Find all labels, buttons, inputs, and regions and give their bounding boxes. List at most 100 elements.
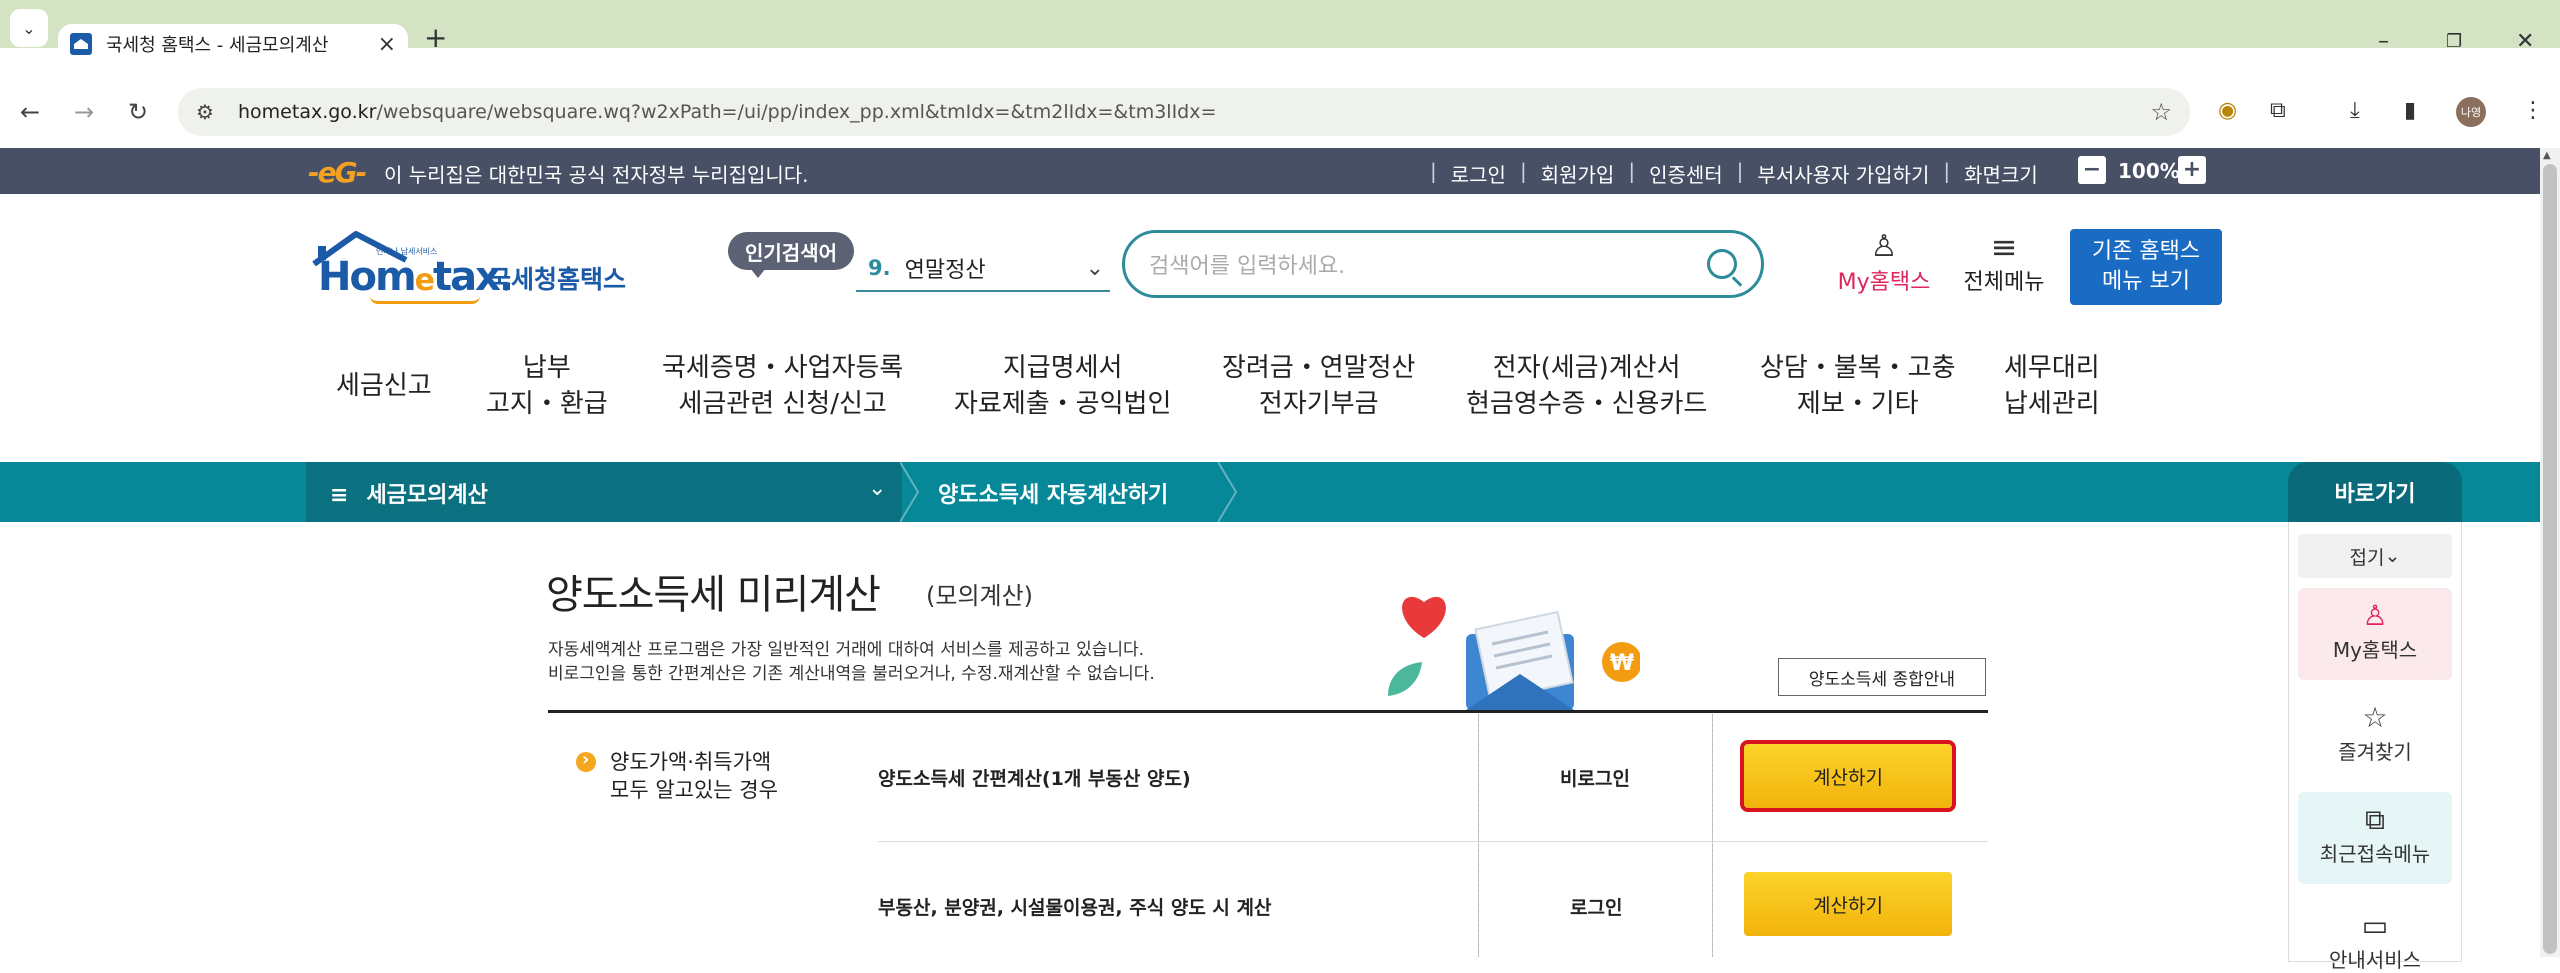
zoom-in-button[interactable]: + (2178, 156, 2206, 184)
non-login-label: 비로그인 (1560, 768, 1630, 790)
breadcrumb-separator-icon (1218, 462, 1238, 522)
menu-icon: ≡ (330, 483, 349, 508)
all-menu-label: 전체메뉴 (1963, 270, 2045, 295)
breadcrumb-separator-icon (900, 462, 920, 522)
browser-menu-icon[interactable]: ⋮ (2522, 98, 2544, 123)
full-calc-label: 부동산, 분양권, 시설물이용권, 주식 양도 시 계산 (878, 897, 1272, 919)
omnibox[interactable]: ⚙ hometax.go.kr/websquare/websquare.wq?w… (178, 88, 2190, 136)
browser-tab[interactable]: 국세청 홈택스 - 세금모의계산 × (58, 24, 408, 64)
nav-payment[interactable]: 납부 고지・환급 (486, 350, 608, 422)
screen-size-label: 화면크기 (1964, 163, 2038, 187)
scrollbar-thumb[interactable] (2543, 164, 2557, 954)
nav-incentives[interactable]: 장려금・연말정산 전자기부금 (1222, 350, 1415, 422)
section-label: 양도가액·취득가액 모두 알고있는 경우 (576, 748, 778, 804)
quick-my-hometax[interactable]: ♙ My홈택스 (2298, 588, 2452, 680)
popular-search-select[interactable]: 9. 연말정산 ⌄ (856, 246, 1110, 292)
profile-avatar[interactable]: 나영 (2456, 97, 2486, 127)
zoom-level: 100% (2118, 159, 2180, 183)
chevron-down-icon: ⌄ (1085, 255, 1104, 281)
cert-center-link[interactable]: 인증센터 (1649, 159, 1723, 188)
popular-term: 연말정산 (904, 258, 986, 283)
column-divider (1712, 714, 1713, 957)
url-text[interactable]: hometax.go.kr/websquare/websquare.wq?w2x… (238, 101, 1216, 123)
gov-banner-text: 이 누리집은 대한민국 공식 전자정부 누리집입니다. (384, 163, 809, 187)
user-star-icon: ♙ (1870, 229, 1898, 264)
tab-title: 국세청 홈택스 - 세금모의계산 (106, 35, 329, 56)
download-icon[interactable]: ⤓ (2350, 98, 2360, 123)
quick-guide-service[interactable]: ▭ 안내서비스 (2298, 898, 2452, 972)
minimize-icon[interactable]: – (2378, 31, 2389, 53)
quick-favorites[interactable]: ☆ 즐겨찾기 (2298, 690, 2452, 782)
zoom-out-button[interactable]: − (2078, 156, 2106, 184)
utility-links: | 로그인 | 회원가입 | 인증센터 | 부서사용자 가입하기 | 화면크기 (1430, 159, 2038, 188)
star-icon: ☆ (2362, 701, 2388, 734)
logo-wordmark: Hometax. (318, 254, 514, 300)
logo-swoosh (370, 296, 480, 304)
decorative-illustration: ₩ (1388, 596, 1640, 710)
all-menu-button[interactable]: ≡ 전체메뉴 (1956, 230, 2052, 300)
laptop-icon: ▭ (2361, 909, 2389, 942)
login-link[interactable]: 로그인 (1451, 159, 1506, 188)
browser-tab-strip: ⌄ 국세청 홈택스 - 세금모의계산 × + – ❐ ✕ (0, 0, 2560, 64)
nav-tax-filing[interactable]: 세금신고 (336, 368, 432, 404)
page-subtitle: (모의계산) (926, 582, 1034, 610)
quick-menu-fold-button[interactable]: 접기 ⌄ (2298, 534, 2452, 578)
login-required-label: 로그인 (1570, 897, 1623, 919)
dept-user-signup-link[interactable]: 부서사용자 가입하기 (1757, 159, 1929, 188)
page-description: 자동세액계산 프로그램은 가장 일반적인 거래에 대하여 서비스를 제공하고 있… (548, 640, 1155, 684)
nav-certificates[interactable]: 국세증명・사업자등록 세금관련 신청/신고 (662, 350, 903, 422)
hometax-logo[interactable]: 언제나 납세서비스 Hometax. 국세청홈택스 (310, 226, 630, 306)
breadcrumb-home[interactable]: ≡ 세금모의계산 (330, 477, 488, 509)
search-input[interactable]: 검색어를 입력하세요. (1122, 230, 1764, 298)
simple-calc-label: 양도소득세 간편계산(1개 부동산 양도) (878, 768, 1191, 790)
popular-search-badge: 인기검색어 (728, 232, 854, 278)
nav-consultation[interactable]: 상담・불복・고충 제보・기타 (1760, 350, 1956, 422)
reload-icon[interactable]: ↻ (128, 98, 148, 126)
quick-menu-title: 바로가기 (2288, 462, 2462, 522)
my-hometax-label: My홈택스 (1837, 270, 1931, 295)
scroll-up-icon[interactable]: ▲ (2543, 150, 2551, 161)
restore-icon[interactable]: ❐ (2446, 32, 2462, 52)
arrow-bullet-icon (576, 749, 596, 772)
side-panel-icon[interactable]: ▮ (2404, 98, 2416, 123)
url-host: hometax.go.kr (238, 101, 377, 123)
logo-korean-name: 국세청홈택스 (488, 265, 627, 294)
page-title: 양도소득세 미리계산 (546, 572, 881, 618)
full-calc-button[interactable]: 계산하기 (1744, 872, 1952, 936)
quick-recent-menu[interactable]: ⧉ 최근접속메뉴 (2298, 792, 2452, 884)
gov-banner: -eG- 이 누리집은 대한민국 공식 전자정부 누리집입니다. | 로그인 | 회… (0, 148, 2540, 194)
recent-search-icon: ⧉ (2365, 803, 2385, 836)
url-path: /websquare/websquare.wq?w2xPath=/ui/pp/i… (376, 101, 1217, 123)
nav-payment-statements[interactable]: 지급명세서 자료제출・공익법인 (954, 350, 1171, 422)
old-hometax-menu-button[interactable]: 기존 홈택스 메뉴 보기 (2070, 229, 2222, 305)
back-icon[interactable]: ← (20, 98, 40, 126)
user-icon: ♙ (2362, 599, 2388, 632)
bookmark-star-icon[interactable]: ☆ (2150, 98, 2172, 126)
search-placeholder: 검색어를 입력하세요. (1149, 254, 1346, 279)
transfer-tax-guide-button[interactable]: 양도소득세 종합안내 (1778, 658, 1986, 696)
main-navigation: 세금신고 납부 고지・환급 국세증명・사업자등록 세금관련 신청/신고 지급명세서 자… (312, 350, 2242, 430)
tab-search-button[interactable]: ⌄ (10, 9, 48, 47)
signup-link[interactable]: 회원가입 (1541, 159, 1615, 188)
nav-e-invoice[interactable]: 전자(세금)계산서 현금영수증・신용카드 (1466, 350, 1707, 422)
breadcrumb-current: 양도소득세 자동계산하기 (938, 483, 1169, 508)
extensions-puzzle-icon[interactable]: ⧉ (2270, 98, 2286, 123)
forward-icon[interactable]: → (74, 98, 94, 126)
hamburger-icon: ≡ (1990, 228, 2018, 266)
chevron-down-icon: ⌄ (2384, 545, 2401, 567)
close-window-icon[interactable]: ✕ (2516, 31, 2534, 53)
hometax-favicon-icon (70, 33, 92, 55)
quick-menu: 바로가기 접기 ⌄ ♙ My홈택스 ☆ 즐겨찾기 ⧉ 최근접속메뉴 ▭ 안내서비스 (2288, 462, 2462, 972)
svg-text:₩: ₩ (1610, 651, 1634, 676)
new-tab-icon[interactable]: + (424, 24, 447, 52)
extension-icon[interactable]: ◉ (2218, 98, 2237, 123)
site-info-icon[interactable]: ⚙ (196, 100, 214, 124)
table-top-border (548, 710, 1988, 713)
breadcrumb-chevron-down-icon[interactable]: ⌄ (868, 476, 886, 501)
my-hometax-link[interactable]: ♙ My홈택스 (1828, 230, 1940, 300)
simple-calc-button[interactable]: 계산하기 (1740, 740, 1956, 812)
search-icon[interactable] (1707, 249, 1737, 279)
nav-tax-agent[interactable]: 세무대리 납세관리 (2004, 350, 2100, 422)
close-tab-icon[interactable]: × (378, 32, 396, 57)
column-divider (1478, 714, 1479, 957)
